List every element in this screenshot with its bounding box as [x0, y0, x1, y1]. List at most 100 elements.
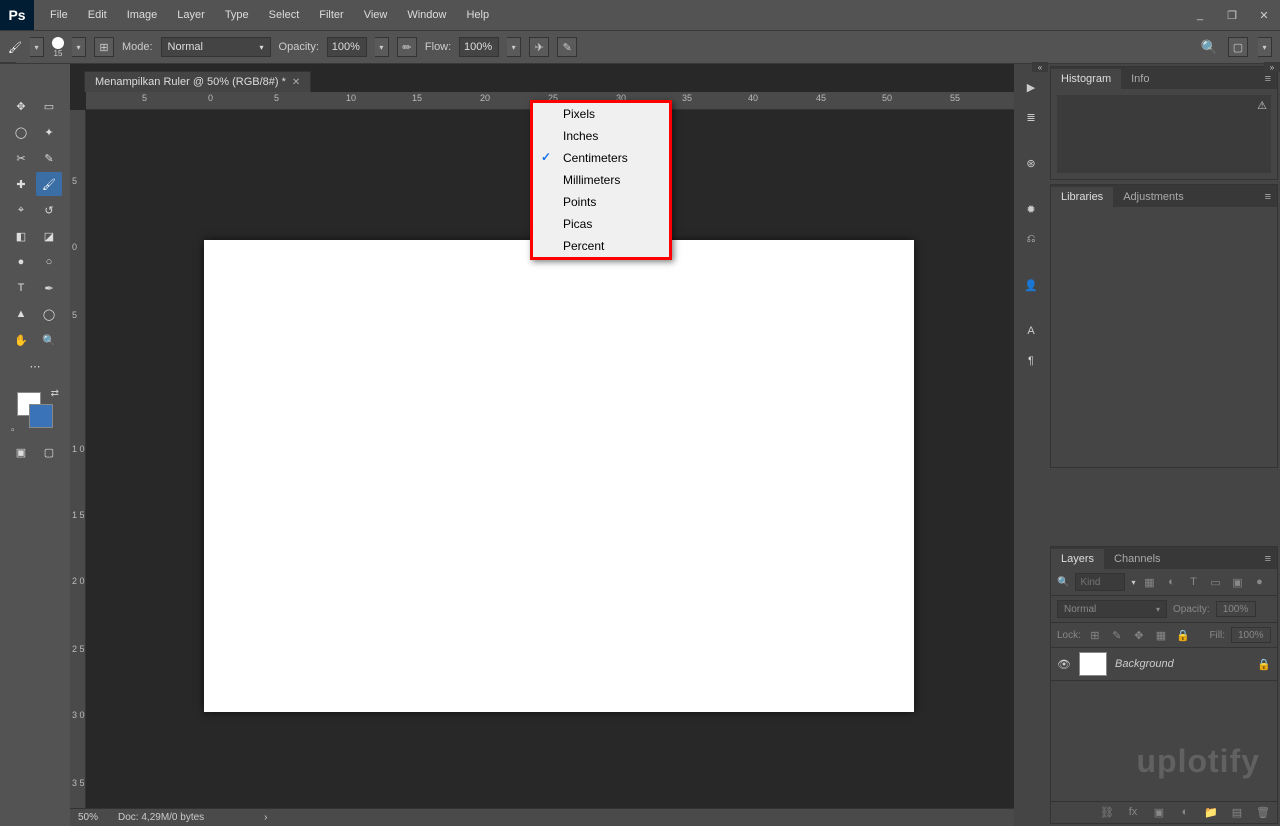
layer-fx-icon[interactable]: fx: [1125, 806, 1141, 819]
menu-view[interactable]: View: [354, 0, 398, 30]
crop-tool[interactable]: ✂: [8, 146, 34, 170]
menu-window[interactable]: Window: [397, 0, 456, 30]
pen-tool[interactable]: ✒: [36, 276, 62, 300]
pressure-opacity-button[interactable]: ✏: [397, 37, 417, 57]
ruler-unit-pixels[interactable]: Pixels: [533, 103, 669, 125]
tab-libraries[interactable]: Libraries: [1051, 187, 1113, 207]
canvas[interactable]: [204, 240, 914, 712]
lock-transparent-icon[interactable]: ⊞: [1087, 629, 1103, 642]
brush-settings-icon[interactable]: ⊛: [1018, 150, 1044, 176]
layer-thumbnail[interactable]: [1079, 652, 1107, 676]
layer-mask-icon[interactable]: ▣: [1151, 806, 1167, 819]
menu-edit[interactable]: Edit: [78, 0, 117, 30]
statusbar-menu-icon[interactable]: ›: [264, 812, 267, 823]
hand-tool[interactable]: ✋: [8, 328, 34, 352]
workspace-dropdown[interactable]: ▾: [1258, 37, 1272, 57]
layer-filter-input[interactable]: [1075, 573, 1125, 591]
opacity-slider-dropdown[interactable]: ▾: [375, 37, 389, 57]
ruler-unit-millimeters[interactable]: Millimeters: [533, 169, 669, 191]
lock-artboard-icon[interactable]: ▦: [1153, 629, 1169, 642]
character-icon[interactable]: A: [1018, 318, 1044, 344]
ruler-unit-percent[interactable]: Percent: [533, 235, 669, 257]
marquee-tool[interactable]: ▭: [36, 94, 62, 118]
layer-row[interactable]: 👁 Background 🔒: [1051, 648, 1277, 681]
libraries-panel-menu[interactable]: ≡: [1259, 187, 1277, 207]
actions-icon[interactable]: ▶: [1018, 74, 1044, 100]
tab-channels[interactable]: Channels: [1104, 549, 1170, 569]
maximize-button[interactable]: ❐: [1216, 0, 1248, 30]
clone-source-icon[interactable]: ⎌: [1018, 226, 1044, 252]
brush-panel-button[interactable]: ⊞: [94, 37, 114, 57]
ruler-unit-points[interactable]: Points: [533, 191, 669, 213]
type-tool[interactable]: T: [8, 276, 34, 300]
lasso-tool[interactable]: ◯: [8, 120, 34, 144]
layer-visibility-icon[interactable]: 👁: [1057, 658, 1071, 671]
adjustment-layer-icon[interactable]: ◐: [1177, 806, 1193, 819]
eraser-tool[interactable]: ◧: [8, 224, 34, 248]
ruler-unit-inches[interactable]: Inches: [533, 125, 669, 147]
menu-type[interactable]: Type: [215, 0, 259, 30]
ruler-unit-centimeters[interactable]: Centimeters: [533, 147, 669, 169]
brushes-icon[interactable]: ✹: [1018, 196, 1044, 222]
minimize-button[interactable]: _: [1184, 0, 1216, 30]
histogram-warning-icon[interactable]: ⚠: [1257, 99, 1267, 112]
color-swatches[interactable]: ⇄ ▫: [15, 390, 55, 430]
tool-preset-dropdown[interactable]: ▾: [30, 37, 44, 57]
ruler-unit-picas[interactable]: Picas: [533, 213, 669, 235]
default-colors-icon[interactable]: ▫: [11, 425, 15, 436]
layer-opacity-input[interactable]: 100%: [1216, 601, 1256, 617]
eyedropper-tool[interactable]: ✎: [36, 146, 62, 170]
layer-blend-dropdown[interactable]: Normal▾: [1057, 600, 1167, 618]
zoom-level[interactable]: 50%: [78, 812, 98, 823]
patch-tool[interactable]: ✚: [8, 172, 34, 196]
quick-select-tool[interactable]: ✦: [36, 120, 62, 144]
blur-tool[interactable]: ●: [8, 250, 34, 274]
filter-adjust-icon[interactable]: ◐: [1163, 576, 1179, 588]
layer-name[interactable]: Background: [1115, 658, 1174, 670]
brush-preview[interactable]: 15: [52, 37, 64, 58]
filter-dropdown-icon[interactable]: ▾: [1131, 578, 1135, 587]
layers-panel-menu[interactable]: ≡: [1259, 549, 1277, 569]
clone-stamp-tool[interactable]: ⌖: [8, 198, 34, 222]
histogram-panel-menu[interactable]: ≡: [1259, 69, 1277, 89]
paragraph-icon[interactable]: ¶: [1018, 348, 1044, 374]
screen-mode-button[interactable]: ▢: [36, 440, 62, 464]
dodge-tool[interactable]: ○: [36, 250, 62, 274]
tab-info[interactable]: Info: [1121, 69, 1159, 89]
filter-type-icon[interactable]: T: [1185, 576, 1201, 588]
quick-mask-button[interactable]: ▣: [8, 440, 34, 464]
opacity-input[interactable]: 100%: [327, 37, 367, 57]
flow-slider-dropdown[interactable]: ▾: [507, 37, 521, 57]
lock-position-icon[interactable]: ✥: [1131, 629, 1147, 642]
background-color[interactable]: [29, 404, 53, 428]
vertical-ruler[interactable]: 5051 01 52 02 53 03 54 0: [70, 110, 86, 808]
filter-smart-icon[interactable]: ▣: [1229, 576, 1245, 589]
edit-toolbar[interactable]: ⋯: [22, 354, 48, 378]
menu-help[interactable]: Help: [456, 0, 499, 30]
airbrush-button[interactable]: ✈: [529, 37, 549, 57]
search-icon[interactable]: 🔍: [1201, 39, 1218, 56]
pressure-size-button[interactable]: ✎: [557, 37, 577, 57]
filter-shape-icon[interactable]: ▭: [1207, 576, 1223, 589]
doc-size[interactable]: Doc: 4,29M/0 bytes: [118, 812, 204, 823]
menu-file[interactable]: File: [40, 0, 78, 30]
history-brush-tool[interactable]: ↺: [36, 198, 62, 222]
filter-pixel-icon[interactable]: ▦: [1141, 576, 1157, 589]
new-layer-icon[interactable]: ▤: [1229, 806, 1245, 819]
layer-fill-input[interactable]: 100%: [1231, 627, 1271, 643]
collapse-dock-toggle[interactable]: «: [1032, 62, 1048, 72]
filter-toggle[interactable]: ●: [1251, 576, 1267, 588]
gradient-tool[interactable]: ◪: [36, 224, 62, 248]
swap-colors-icon[interactable]: ⇄: [51, 388, 59, 399]
menu-layer[interactable]: Layer: [167, 0, 215, 30]
tab-adjustments[interactable]: Adjustments: [1113, 187, 1194, 207]
layer-lock-icon[interactable]: 🔒: [1257, 658, 1271, 671]
brush-picker-dropdown[interactable]: ▾: [72, 37, 86, 57]
blend-mode-dropdown[interactable]: Normal▾: [161, 37, 271, 57]
shape-tool[interactable]: ◯: [36, 302, 62, 326]
delete-layer-icon[interactable]: 🗑: [1255, 806, 1271, 819]
tab-layers[interactable]: Layers: [1051, 549, 1104, 569]
menu-filter[interactable]: Filter: [309, 0, 353, 30]
close-button[interactable]: ✕: [1248, 0, 1280, 30]
lock-pixels-icon[interactable]: ✎: [1109, 629, 1125, 642]
